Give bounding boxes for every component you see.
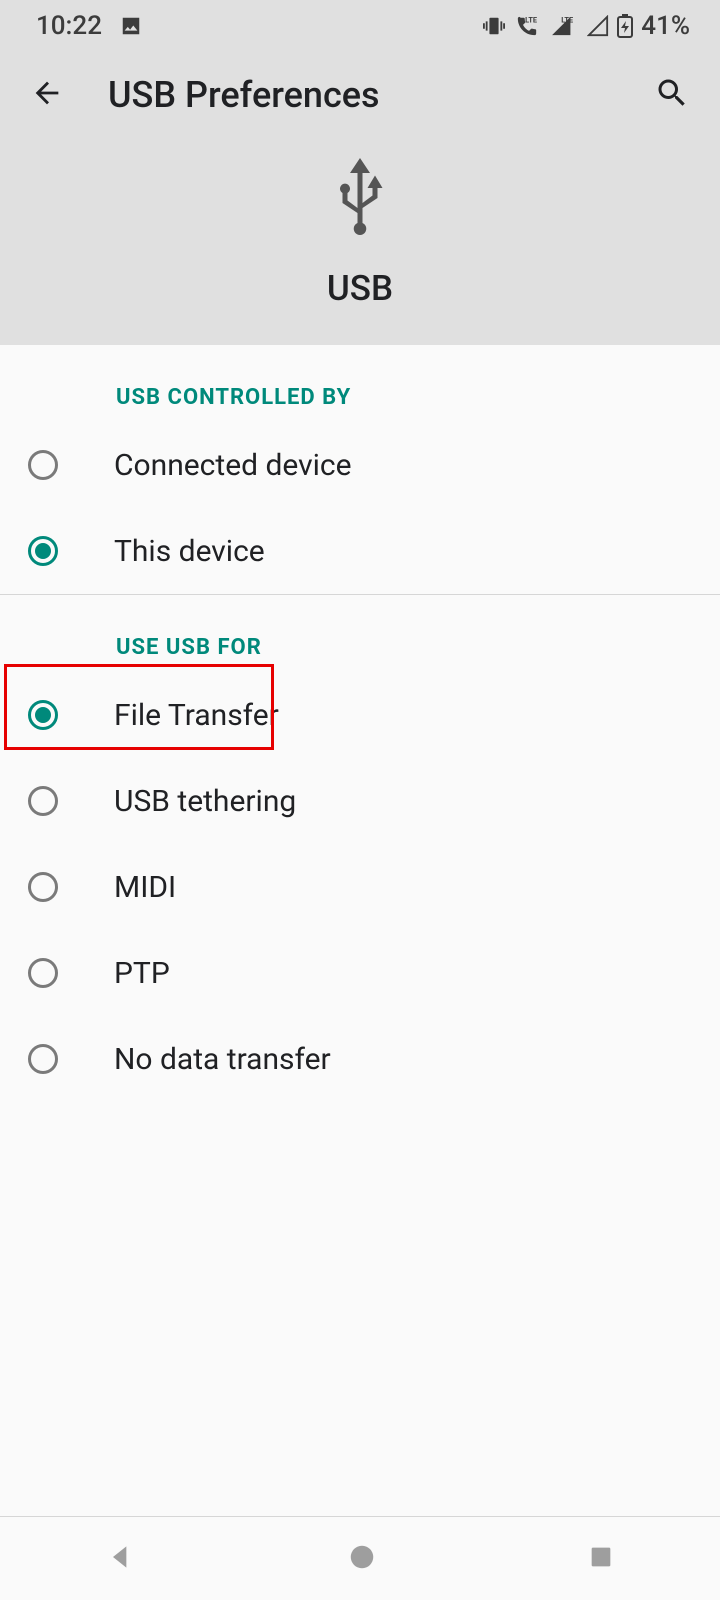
nav-home-button[interactable] [347, 1542, 377, 1576]
picture-icon [120, 15, 142, 37]
nav-recent-button[interactable] [587, 1543, 615, 1575]
radio-icon [28, 872, 58, 902]
svg-text:LTE: LTE [525, 15, 537, 24]
section-title-use-usb-for: USE USB FOR [0, 595, 720, 672]
option-connected-device[interactable]: Connected device [0, 422, 720, 508]
option-no-data-transfer[interactable]: No data transfer [0, 1016, 720, 1102]
option-label: No data transfer [58, 1042, 331, 1077]
search-button[interactable] [654, 75, 690, 115]
option-usb-tethering[interactable]: USB tethering [0, 758, 720, 844]
radio-icon [28, 786, 58, 816]
option-midi[interactable]: MIDI [0, 844, 720, 930]
option-label: PTP [58, 956, 170, 991]
option-label: USB tethering [58, 784, 296, 819]
battery-charging-icon [617, 14, 633, 38]
vibrate-icon [483, 15, 505, 37]
hero-label: USB [327, 268, 393, 309]
battery-percent: 41% [641, 11, 690, 41]
option-label: File Transfer [58, 698, 279, 733]
volte-call-icon: LTE [513, 15, 541, 37]
option-label: This device [58, 534, 265, 569]
status-time: 10:22 [36, 11, 102, 41]
option-this-device[interactable]: This device [0, 508, 720, 594]
radio-checked-icon [28, 700, 58, 730]
signal-lte-icon: LTE [549, 15, 579, 37]
nav-back-button[interactable] [105, 1541, 137, 1577]
radio-checked-icon [28, 536, 58, 566]
radio-icon [28, 958, 58, 988]
usb-icon [330, 156, 390, 244]
option-ptp[interactable]: PTP [0, 930, 720, 1016]
option-label: MIDI [58, 870, 176, 905]
section-title-controlled-by: USB CONTROLLED BY [0, 345, 720, 422]
option-label: Connected device [58, 448, 352, 483]
page-title: USB Preferences [64, 74, 654, 116]
hero: USB [0, 138, 720, 345]
back-button[interactable] [30, 76, 64, 114]
radio-icon [28, 1044, 58, 1074]
status-bar: 10:22 LTE LTE 41% [0, 0, 720, 52]
option-file-transfer[interactable]: File Transfer [0, 672, 720, 758]
signal-empty-icon [587, 15, 609, 37]
radio-icon [28, 450, 58, 480]
app-header: USB Preferences [0, 52, 720, 138]
nav-bar [0, 1516, 720, 1600]
